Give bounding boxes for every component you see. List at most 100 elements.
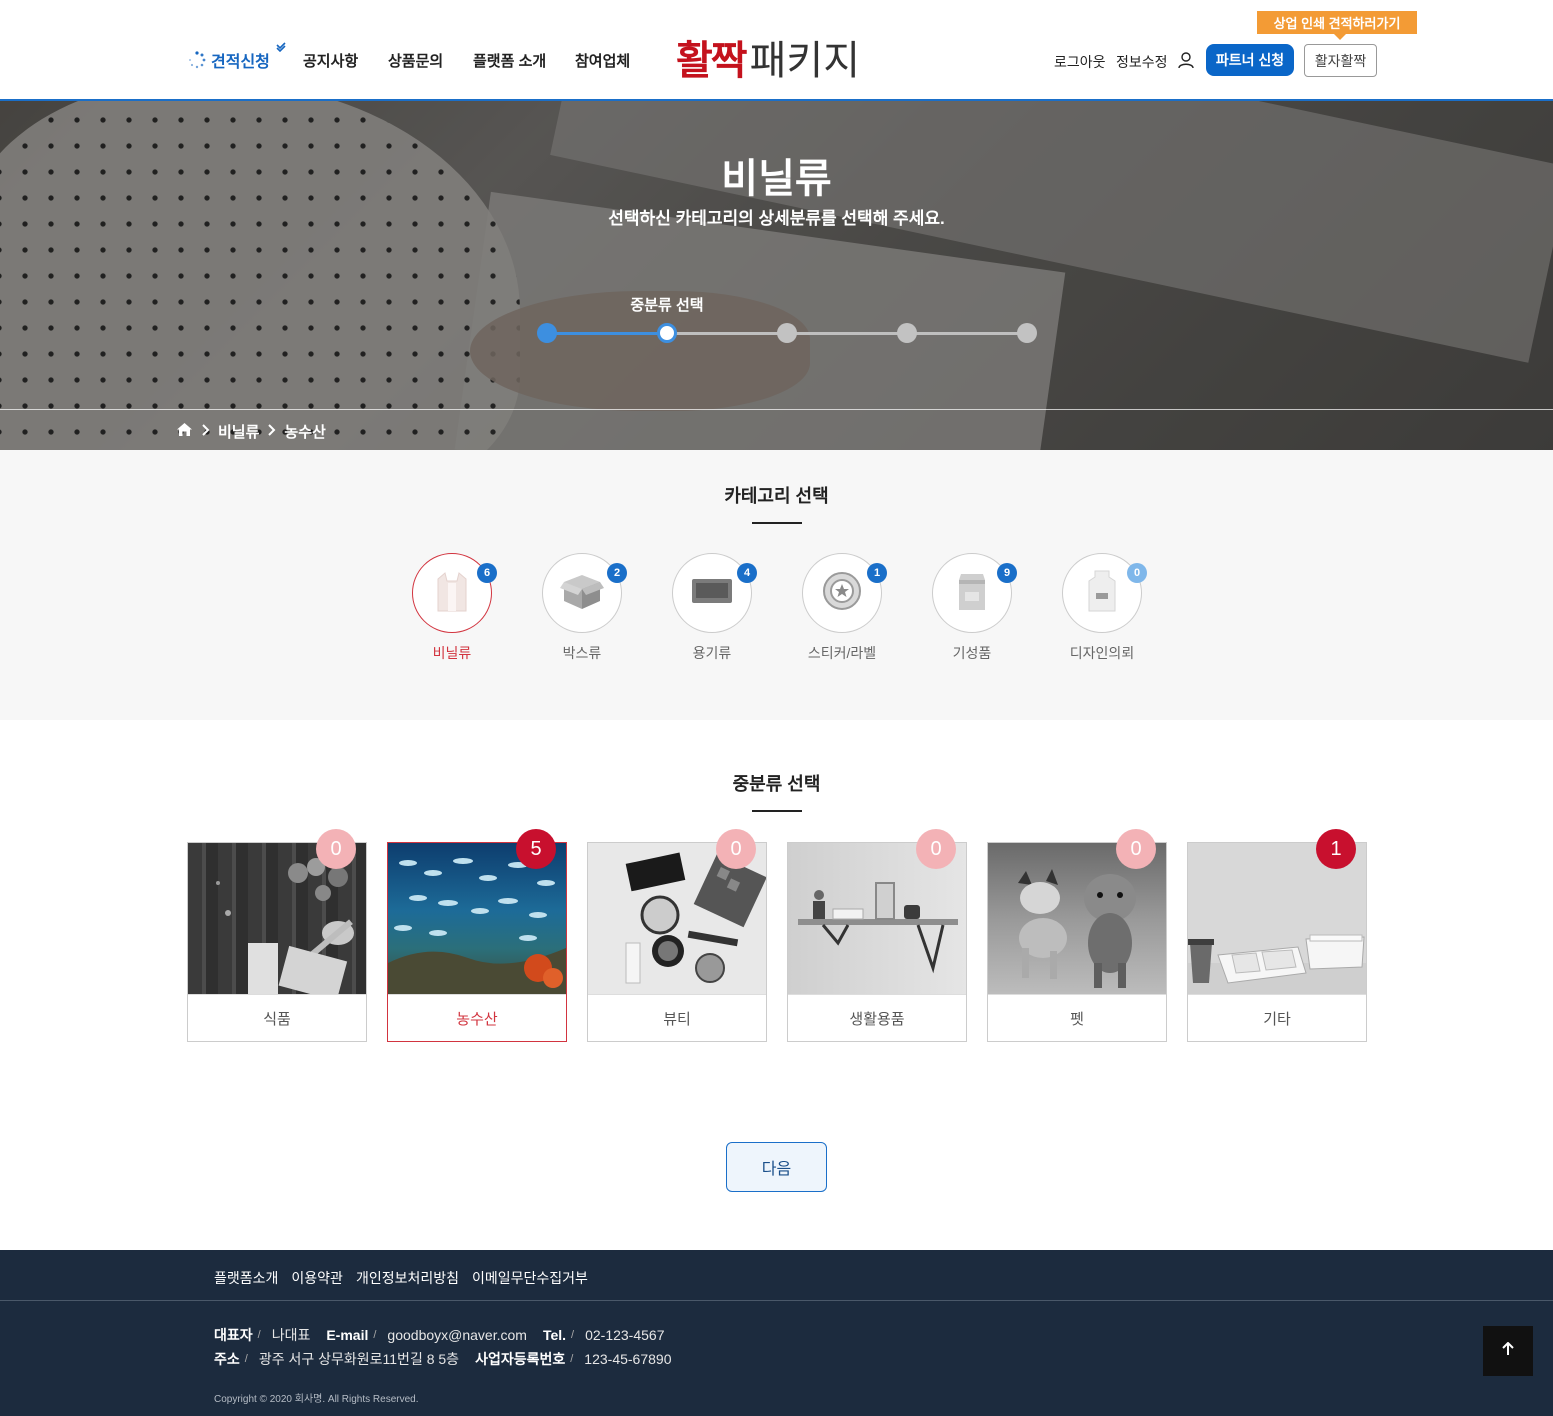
subcategory-count-badge: 0 bbox=[916, 829, 956, 869]
footer-links: 플랫폼소개 이용약관 개인정보처리방침 이메일무단수집거부 bbox=[214, 1268, 588, 1288]
subcategory-card-etc[interactable]: 1 기타 bbox=[1187, 829, 1367, 1042]
logo-part1: 활짝 bbox=[676, 39, 748, 83]
nav-product-inquiry[interactable]: 상품문의 bbox=[388, 50, 443, 71]
footer-ceo-label: 대표자 bbox=[214, 1327, 253, 1343]
category-item-container[interactable]: 4 용기류 bbox=[672, 553, 757, 663]
category-label: 스티커/라벨 bbox=[807, 645, 877, 661]
nav-apply-link[interactable]: 견적신청 bbox=[188, 42, 286, 72]
category-label: 디자인의뢰 bbox=[1069, 645, 1135, 661]
breadcrumb-item-1[interactable]: 비닐류 bbox=[218, 421, 259, 442]
subcategory-count-badge: 5 bbox=[516, 829, 556, 869]
subcategory-card-food[interactable]: 0 식품 bbox=[187, 829, 367, 1042]
category-label: 용기류 bbox=[692, 645, 732, 661]
category-item-box[interactable]: 2 박스류 bbox=[542, 553, 627, 663]
hero-banner: 비닐류 선택하신 카테고리의 상세분류를 선택해 주세요. 중분류 선택 비닐류… bbox=[0, 101, 1553, 450]
scroll-to-top-button[interactable] bbox=[1483, 1326, 1533, 1376]
hwal-button[interactable]: 활자활짝 bbox=[1304, 44, 1377, 77]
subcategory-card-beauty[interactable]: 0 뷰티 bbox=[587, 829, 767, 1042]
category-item-sticker[interactable]: 1 스티커/라벨 bbox=[802, 553, 887, 663]
category-label: 비닐류 bbox=[432, 645, 472, 661]
footer-biz: 123-45-67890 bbox=[584, 1351, 672, 1367]
footer-link-email-policy[interactable]: 이메일무단수집거부 bbox=[472, 1268, 588, 1288]
category-title-underline bbox=[752, 522, 802, 524]
category-count-badge: 4 bbox=[737, 563, 757, 583]
next-button[interactable]: 다음 bbox=[726, 1142, 827, 1192]
step-dot-3 bbox=[777, 323, 797, 343]
subcategory-label: 펫 bbox=[988, 994, 1166, 1041]
subcategory-label: 기타 bbox=[1188, 994, 1366, 1041]
chevron-right-icon bbox=[267, 423, 276, 440]
category-count-badge: 0 bbox=[1127, 563, 1147, 583]
double-check-icon bbox=[276, 42, 286, 55]
site-header: 견적신청 공지사항 상품문의 플랫폼 소개 참여업체 활짝 패키지 로그아웃 정… bbox=[0, 0, 1553, 101]
subcategory-count-badge: 1 bbox=[1316, 829, 1356, 869]
user-icon[interactable] bbox=[1177, 51, 1195, 69]
site-footer: 플랫폼소개 이용약관 개인정보처리방침 이메일무단수집거부 대표자 / 나대표 E… bbox=[0, 1250, 1553, 1416]
subcategory-label: 농수산 bbox=[388, 994, 566, 1041]
footer-biz-label: 사업자등록번호 bbox=[475, 1351, 566, 1367]
category-item-design[interactable]: 0 디자인의뢰 bbox=[1062, 553, 1147, 663]
subcategory-count-badge: 0 bbox=[316, 829, 356, 869]
category-label: 박스류 bbox=[562, 645, 602, 661]
footer-divider bbox=[0, 1300, 1553, 1301]
step-label: 중분류 선택 bbox=[630, 297, 704, 314]
loading-spinner-icon bbox=[188, 51, 206, 69]
step-dot-2 bbox=[657, 323, 677, 343]
site-logo[interactable]: 활짝 패키지 bbox=[676, 28, 860, 86]
hero-divider bbox=[0, 409, 1553, 410]
footer-link-platform[interactable]: 플랫폼소개 bbox=[214, 1268, 278, 1288]
edit-info-link[interactable]: 정보수정 bbox=[1116, 52, 1168, 72]
vinyl-bag-icon bbox=[432, 569, 472, 618]
copyright: Copyright © 2020 회사명. All Rights Reserve… bbox=[214, 1394, 419, 1405]
category-label: 기성품 bbox=[952, 645, 992, 661]
footer-ceo: 나대표 bbox=[271, 1327, 311, 1343]
step-dot-4 bbox=[897, 323, 917, 343]
footer-addr: 광주 서구 상무화원로11번길 8 5층 bbox=[258, 1351, 460, 1367]
arrow-up-icon bbox=[1502, 1341, 1514, 1361]
subcategory-label: 뷰티 bbox=[588, 994, 766, 1041]
category-count-badge: 2 bbox=[607, 563, 627, 583]
container-icon bbox=[690, 577, 734, 610]
home-icon[interactable] bbox=[176, 422, 193, 441]
logout-link[interactable]: 로그아웃 bbox=[1054, 52, 1106, 72]
category-count-badge: 9 bbox=[997, 563, 1017, 583]
footer-link-terms[interactable]: 이용약관 bbox=[291, 1268, 343, 1288]
nav-notice[interactable]: 공지사항 bbox=[303, 50, 358, 71]
subcategory-title-underline bbox=[752, 810, 802, 812]
promo-tooltip[interactable]: 상업 인쇄 견적하러가기 bbox=[1257, 11, 1417, 40]
footer-email-label: E-mail bbox=[326, 1327, 369, 1343]
category-count-badge: 1 bbox=[867, 563, 887, 583]
category-section: 카테고리 선택 6 비닐류 2 박스류 4 용기류 1 스티커/라벨 9 기성품… bbox=[0, 450, 1553, 720]
footer-info-row-1: 대표자 / 나대표 E-mail / goodboyx@naver.com Tel.… bbox=[214, 1327, 665, 1343]
subcategory-card-pet[interactable]: 0 펫 bbox=[987, 829, 1167, 1042]
category-title: 카테고리 선택 bbox=[724, 486, 829, 506]
breadcrumb-item-2[interactable]: 농수산 bbox=[284, 421, 325, 442]
design-request-icon bbox=[1085, 569, 1119, 618]
subcategory-count-badge: 0 bbox=[1116, 829, 1156, 869]
step-dot-5 bbox=[1017, 323, 1037, 343]
footer-addr-label: 주소 bbox=[214, 1351, 240, 1367]
nav-platform-intro[interactable]: 플랫폼 소개 bbox=[473, 50, 546, 71]
logo-part2: 패키지 bbox=[749, 39, 861, 83]
subcategory-card-household[interactable]: 0 생활용품 bbox=[787, 829, 967, 1042]
hero-title: 비닐류 bbox=[721, 157, 832, 201]
category-item-ready-made[interactable]: 9 기성품 bbox=[932, 553, 1017, 663]
box-icon bbox=[560, 571, 604, 616]
subcategory-label: 식품 bbox=[188, 994, 366, 1041]
category-count-badge: 6 bbox=[477, 563, 497, 583]
hero-subtitle: 선택하신 카테고리의 상세분류를 선택해 주세요. bbox=[608, 209, 945, 228]
footer-tel: 02-123-4567 bbox=[585, 1327, 665, 1343]
subcategory-title: 중분류 선택 bbox=[732, 774, 821, 794]
partner-apply-button[interactable]: 파트너 신청 bbox=[1206, 44, 1294, 76]
nav-partners[interactable]: 참여업체 bbox=[575, 50, 630, 71]
footer-info-row-2: 주소 / 광주 서구 상무화원로11번길 8 5층 사업자등록번호/ 123-45… bbox=[214, 1351, 672, 1367]
subcategory-count-badge: 0 bbox=[716, 829, 756, 869]
step-dot-1 bbox=[537, 323, 557, 343]
footer-email: goodboyx@naver.com bbox=[387, 1327, 527, 1343]
subcategory-card-agri-fishery[interactable]: 5 농수산 bbox=[387, 829, 567, 1042]
nav-apply-label: 견적신청 bbox=[211, 54, 270, 71]
category-item-vinyl[interactable]: 6 비닐류 bbox=[412, 553, 497, 663]
sticker-icon bbox=[821, 570, 863, 617]
ready-made-icon bbox=[955, 570, 989, 617]
footer-link-privacy[interactable]: 개인정보처리방침 bbox=[356, 1268, 459, 1288]
